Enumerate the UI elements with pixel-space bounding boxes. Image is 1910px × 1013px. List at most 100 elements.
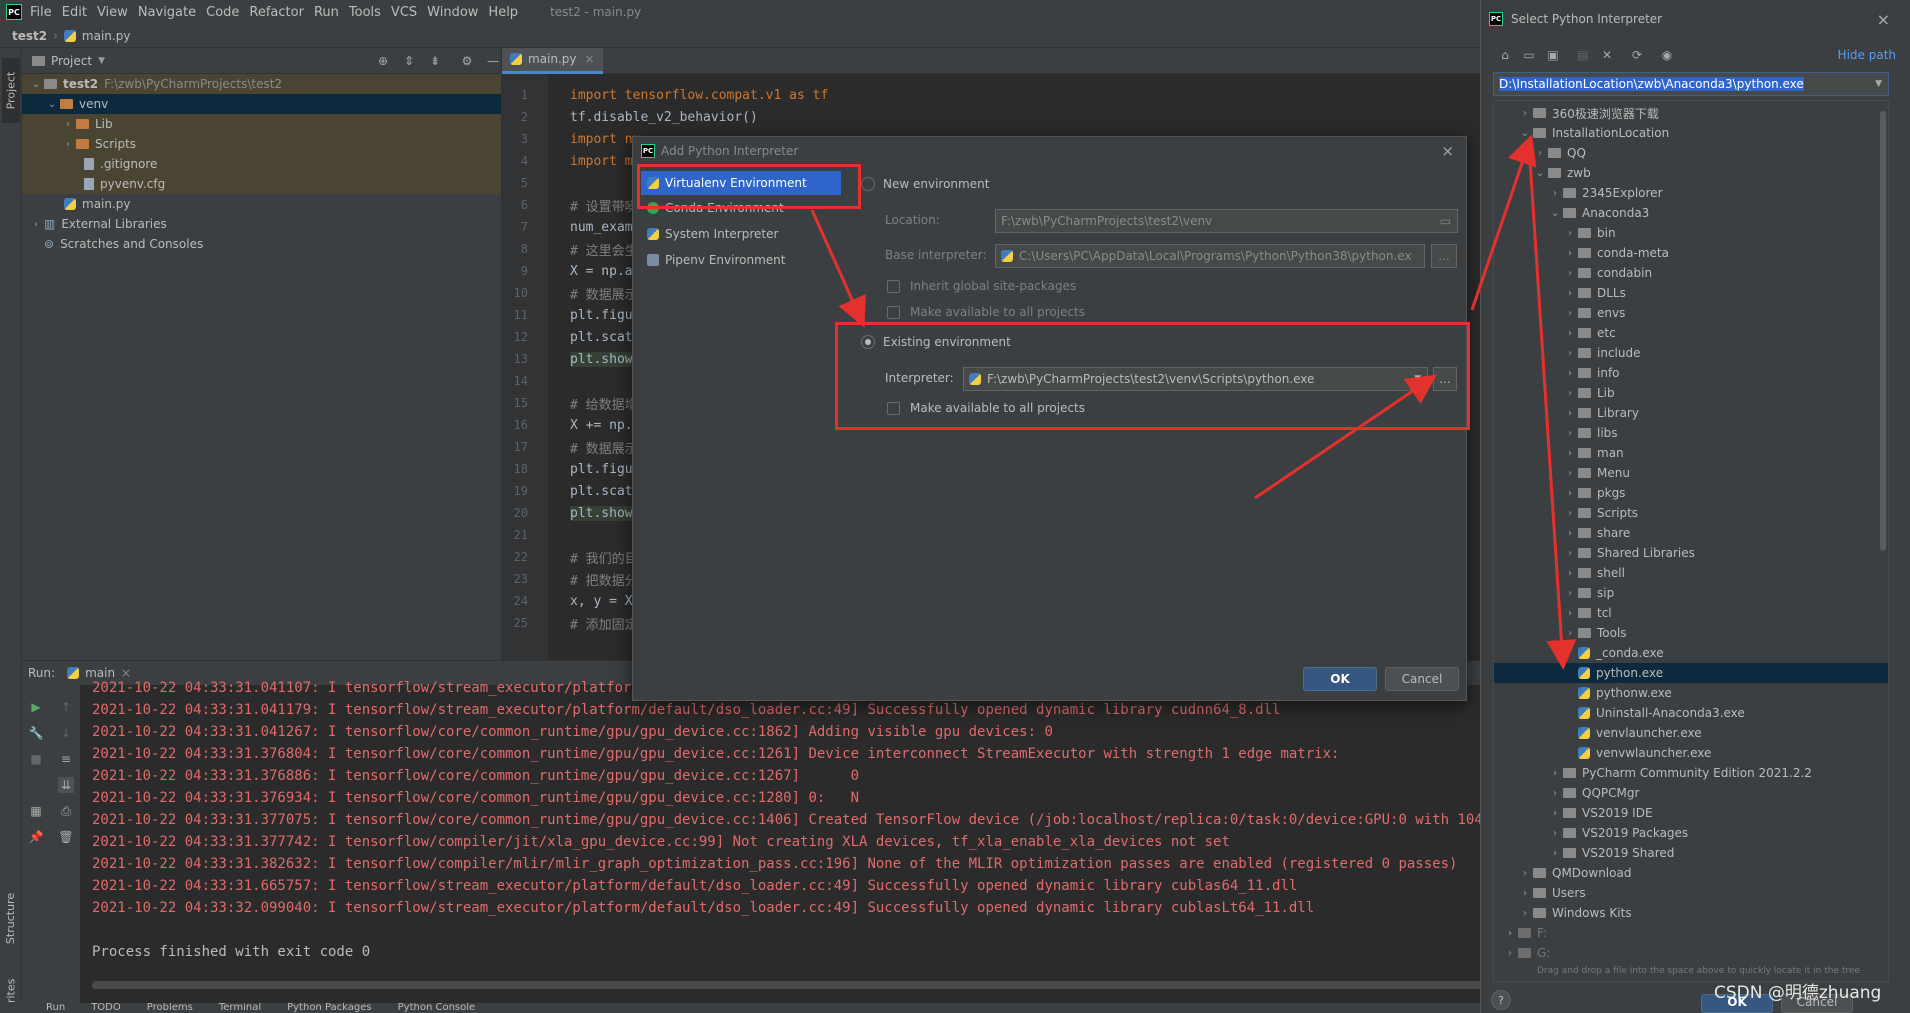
- chevron-right-icon[interactable]: ›: [1562, 388, 1578, 399]
- chevron-right-icon[interactable]: ›: [1562, 268, 1578, 279]
- chevron-right-icon[interactable]: ›: [1562, 468, 1578, 479]
- tree-item[interactable]: › DLLs: [1494, 283, 1888, 303]
- chevron-right-icon[interactable]: ›: [1562, 428, 1578, 439]
- breadcrumb-project[interactable]: test2: [12, 29, 47, 43]
- minimize-icon[interactable]: —: [485, 53, 501, 69]
- chevron-right-icon[interactable]: ›: [1562, 628, 1578, 639]
- tree-item[interactable]: › conda-meta: [1494, 243, 1888, 263]
- scroll-end-icon[interactable]: ⇊: [58, 777, 74, 793]
- tree-item[interactable]: › envs: [1494, 303, 1888, 323]
- bottom-tab-terminal[interactable]: Terminal: [219, 1003, 261, 1013]
- project-panel-title[interactable]: Project: [51, 54, 92, 68]
- menu-item-vcs[interactable]: VCS: [391, 5, 417, 20]
- tree-item[interactable]: Uninstall-Anaconda3.exe: [1494, 703, 1888, 723]
- menu-item-navigate[interactable]: Navigate: [138, 5, 196, 20]
- tree-item[interactable]: › Scripts: [1494, 503, 1888, 523]
- help-button[interactable]: ?: [1491, 990, 1511, 1010]
- project-root[interactable]: ⌄ test2 F:\zwb\PyCharmProjects\test2: [22, 74, 501, 94]
- tree-item-lib[interactable]: › Lib: [22, 114, 501, 134]
- chevron-right-icon[interactable]: ›: [1562, 568, 1578, 579]
- bottom-tab-python-console[interactable]: Python Console: [398, 1003, 476, 1013]
- project-folder-icon[interactable]: ▣: [1545, 47, 1561, 63]
- tree-item[interactable]: › shell: [1494, 563, 1888, 583]
- chevron-right-icon[interactable]: ›: [1562, 608, 1578, 619]
- tree-item[interactable]: › Lib: [1494, 383, 1888, 403]
- menu-item-refactor[interactable]: Refactor: [249, 5, 304, 20]
- tree-item[interactable]: › G:: [1494, 943, 1888, 963]
- home-icon[interactable]: ⌂: [1497, 47, 1513, 63]
- chevron-down-icon[interactable]: ⌄: [1517, 128, 1533, 139]
- tree-item[interactable]: › Tools: [1494, 623, 1888, 643]
- new-environment-radio[interactable]: New environment: [861, 177, 989, 191]
- tree-item[interactable]: › PyCharm Community Edition 2021.2.2: [1494, 763, 1888, 783]
- location-field[interactable]: F:\zwb\PyCharmProjects\test2\venv ▭: [995, 209, 1458, 233]
- bottom-tab-problems[interactable]: Problems: [147, 1003, 193, 1013]
- code-line[interactable]: 1 import tensorflow.compat.v1 as tf: [502, 84, 1490, 106]
- close-icon[interactable]: ×: [1877, 10, 1890, 29]
- tree-item[interactable]: › Library: [1494, 403, 1888, 423]
- tree-item[interactable]: › VS2019 IDE: [1494, 803, 1888, 823]
- layout-icon[interactable]: ▦: [28, 803, 44, 819]
- chevron-right-icon[interactable]: ›: [1562, 528, 1578, 539]
- stop-icon[interactable]: ■: [28, 751, 44, 767]
- tree-item[interactable]: › sip: [1494, 583, 1888, 603]
- chevron-right-icon[interactable]: ›: [1517, 108, 1533, 119]
- run-console[interactable]: 2021-10-22 04:33:31.041107: I tensorflow…: [92, 677, 1490, 979]
- tree-item[interactable]: › QQPCMgr: [1494, 783, 1888, 803]
- bottom-tab-todo[interactable]: TODO: [91, 1003, 121, 1013]
- tree-item-main-py[interactable]: main.py: [22, 194, 501, 214]
- radio-new-env[interactable]: [861, 177, 875, 191]
- code-line[interactable]: 2 tf.disable_v2_behavior(): [502, 106, 1490, 128]
- chevron-right-icon[interactable]: ›: [1547, 768, 1563, 779]
- pin-icon[interactable]: 📌: [28, 829, 44, 845]
- chevron-right-icon[interactable]: ›: [1562, 228, 1578, 239]
- chevron-right-icon[interactable]: ›: [1517, 888, 1533, 899]
- inherit-checkbox[interactable]: Inherit global site-packages: [887, 279, 1076, 293]
- tree-item-gitignore[interactable]: .gitignore: [22, 154, 501, 174]
- menu-item-edit[interactable]: Edit: [62, 5, 87, 20]
- show-hidden-icon[interactable]: ◉: [1659, 47, 1675, 63]
- tree-item[interactable]: › Users: [1494, 883, 1888, 903]
- vertical-scrollbar[interactable]: [1880, 111, 1886, 551]
- chevron-down-icon[interactable]: ⌄: [28, 79, 44, 90]
- tree-item[interactable]: pythonw.exe: [1494, 683, 1888, 703]
- tree-item[interactable]: › libs: [1494, 423, 1888, 443]
- tree-item[interactable]: python.exe: [1494, 663, 1888, 683]
- chevron-right-icon[interactable]: ›: [60, 139, 76, 150]
- down-arrow-icon[interactable]: ↓: [58, 725, 74, 741]
- tree-item-scripts[interactable]: › Scripts: [22, 134, 501, 154]
- chevron-down-icon[interactable]: ▼: [1875, 79, 1882, 89]
- tree-item[interactable]: › F:: [1494, 923, 1888, 943]
- tree-item[interactable]: › pkgs: [1494, 483, 1888, 503]
- chevron-right-icon[interactable]: ›: [1562, 248, 1578, 259]
- chevron-right-icon[interactable]: ›: [1562, 328, 1578, 339]
- chevron-right-icon[interactable]: ›: [1517, 908, 1533, 919]
- chevron-right-icon[interactable]: ›: [60, 119, 76, 130]
- chevron-right-icon[interactable]: ›: [1562, 348, 1578, 359]
- make-available-new-checkbox[interactable]: Make available to all projects: [887, 305, 1085, 319]
- menu-item-help[interactable]: Help: [488, 5, 518, 20]
- tree-item[interactable]: ⌄ Anaconda3: [1494, 203, 1888, 223]
- chevron-right-icon[interactable]: ›: [1562, 308, 1578, 319]
- tree-item[interactable]: ⌄ zwb: [1494, 163, 1888, 183]
- chevron-right-icon[interactable]: ›: [1562, 288, 1578, 299]
- tree-item[interactable]: › Menu: [1494, 463, 1888, 483]
- chevron-right-icon[interactable]: ›: [1562, 368, 1578, 379]
- env-type-pipenv[interactable]: Pipenv Environment: [641, 247, 851, 273]
- gear-icon[interactable]: ⚙: [459, 53, 475, 69]
- tree-item[interactable]: venvlauncher.exe: [1494, 723, 1888, 743]
- chevron-right-icon[interactable]: ›: [1547, 188, 1563, 199]
- tree-item[interactable]: › man: [1494, 443, 1888, 463]
- close-icon[interactable]: ×: [1441, 142, 1454, 160]
- tree-item[interactable]: › 360极速浏览器下载: [1494, 103, 1888, 123]
- expand-all-icon[interactable]: ⇕: [401, 53, 417, 69]
- tree-item[interactable]: _conda.exe: [1494, 643, 1888, 663]
- chevron-right-icon[interactable]: ›: [1502, 948, 1518, 959]
- tree-item[interactable]: › QMDownload: [1494, 863, 1888, 883]
- bottom-tab-python-packages[interactable]: Python Packages: [287, 1003, 372, 1013]
- env-type-system[interactable]: System Interpreter: [641, 221, 851, 247]
- chevron-right-icon[interactable]: ›: [1562, 508, 1578, 519]
- tree-item[interactable]: › info: [1494, 363, 1888, 383]
- chevron-right-icon[interactable]: ›: [1547, 808, 1563, 819]
- menu-item-view[interactable]: View: [97, 5, 128, 20]
